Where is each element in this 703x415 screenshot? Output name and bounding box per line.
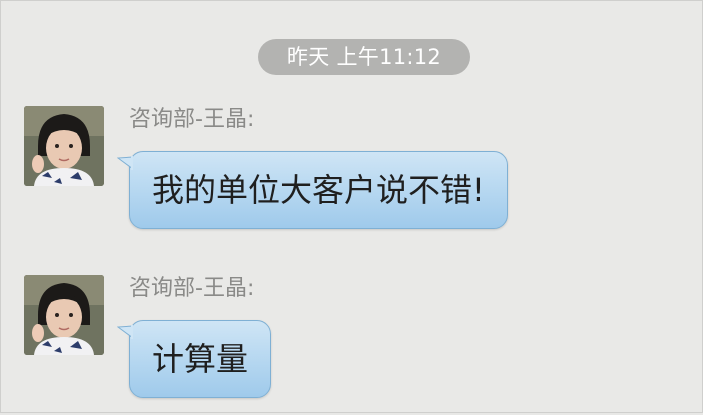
message-bubble[interactable]: 我的单位大客户说不错! — [117, 151, 508, 229]
sender-name: 咨询部-王晶: — [129, 107, 255, 132]
message-text: 计算量 — [152, 340, 249, 378]
message-row: 咨询部-王晶: 计算量 — [1, 275, 703, 415]
chat-view[interactable]: 昨天 上午11:12 咨询部-王晶: 我的单位大客户说不错! 咨询部-王晶: 计… — [0, 0, 703, 413]
avatar[interactable] — [24, 106, 104, 186]
message-row: 咨询部-王晶: 我的单位大客户说不错! — [1, 106, 703, 246]
bubble-tail-icon — [117, 156, 133, 170]
message-bubble[interactable]: 计算量 — [117, 320, 272, 398]
avatar[interactable] — [24, 275, 104, 355]
sender-name: 咨询部-王晶: — [129, 276, 255, 301]
timestamp-label: 昨天 上午11:12 — [258, 39, 470, 75]
bubble-tail-icon — [117, 325, 133, 339]
message-text: 我的单位大客户说不错! — [152, 171, 485, 209]
